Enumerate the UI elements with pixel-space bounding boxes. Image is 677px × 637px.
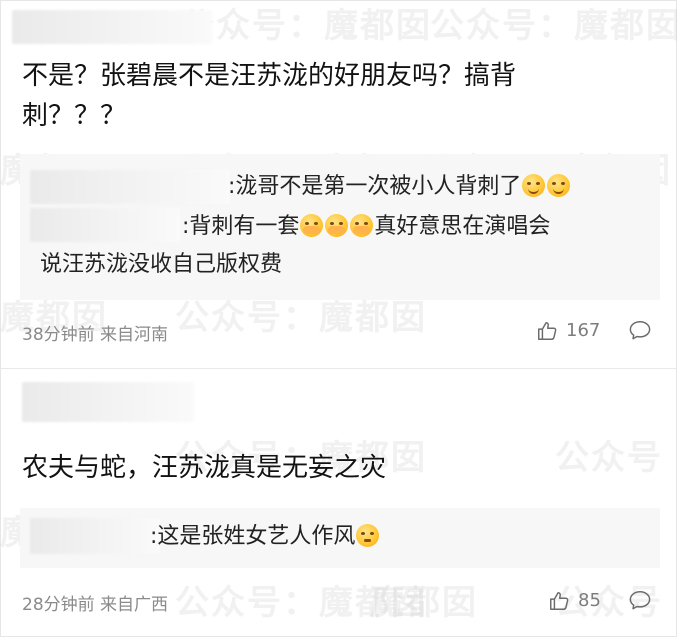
comment-time: 28分钟前 <box>22 595 95 615</box>
comment-meta: 28分钟前 来自广西 <box>22 590 168 615</box>
comment-text-line: 农夫与蛇，汪苏泷真是无妄之灾 <box>22 453 387 483</box>
like-count: 85 <box>578 590 601 611</box>
comment-text: 农夫与蛇，汪苏泷真是无妄之灾 <box>22 448 386 488</box>
username-redacted <box>22 382 194 422</box>
comment-bubble-icon[interactable] <box>628 319 652 341</box>
comment-text: 不是？张碧晨不是汪苏泷的好朋友吗？搞背 刺？？？ <box>22 56 516 136</box>
reply-text: :泷哥不是第一次被小人背刺了 <box>228 170 571 204</box>
reply-text-line: 说汪苏泷没收自己版权费 <box>40 248 282 282</box>
comment-text-line: 不是？张碧晨不是汪苏泷的好朋友吗？搞背 <box>22 61 517 91</box>
smile-emoji <box>547 174 571 197</box>
comment-text-line: 刺？？？ <box>22 101 127 131</box>
reply-body: :背刺有一套 <box>182 214 300 239</box>
replies-panel[interactable]: :这是张姓女艺人作风 <box>20 508 660 568</box>
eye-roll-emoji <box>356 524 380 547</box>
reply-username-redacted <box>30 170 230 204</box>
reply-text: :这是张姓女艺人作风 <box>150 520 380 554</box>
cover-face-emoji <box>325 214 349 237</box>
reply-body: :泷哥不是第一次被小人背刺了 <box>228 174 522 199</box>
cover-face-emoji <box>350 214 374 237</box>
comment-location: 来自广西 <box>100 595 169 615</box>
comment-divider <box>0 368 677 369</box>
reply-text: :背刺有一套 真好意思在演唱会 <box>182 210 550 244</box>
reply-username-redacted <box>30 208 180 242</box>
comment-time: 38分钟前 <box>22 325 95 345</box>
comment-bubble-icon[interactable] <box>628 589 652 611</box>
replies-panel[interactable]: :泷哥不是第一次被小人背刺了 :背刺有一套 真好意思在演唱会 说汪苏泷没收自己版权… <box>20 154 660 300</box>
thumbs-up-icon[interactable] <box>548 590 570 612</box>
cover-face-emoji <box>300 214 324 237</box>
reply-username-redacted <box>30 518 160 554</box>
comment-meta: 38分钟前 来自河南 <box>22 320 168 345</box>
reply-body: :这是张姓女艺人作风 <box>150 524 356 549</box>
thumbs-up-icon[interactable] <box>536 320 558 342</box>
like-count: 167 <box>566 320 601 341</box>
smile-emoji <box>522 174 546 197</box>
reply-body: 说汪苏泷没收自己版权费 <box>40 252 283 277</box>
username-redacted <box>12 10 212 44</box>
reply-body: 真好意思在演唱会 <box>374 214 551 239</box>
comment-location: 来自河南 <box>100 325 169 345</box>
